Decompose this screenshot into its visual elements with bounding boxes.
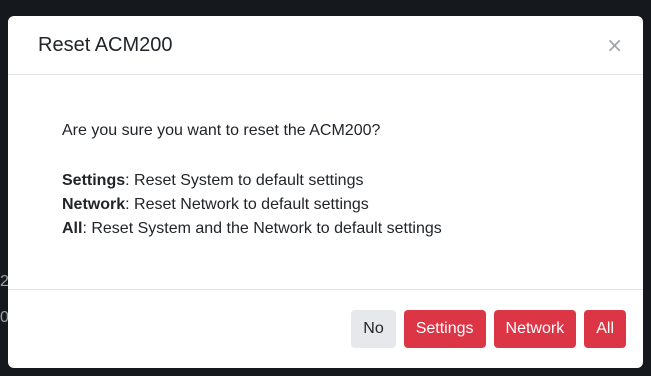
dialog-title: Reset ACM200: [38, 33, 173, 56]
reset-all-button[interactable]: All: [584, 310, 626, 348]
dialog-header: Reset ACM200 ×: [8, 16, 643, 75]
reset-settings-button[interactable]: Settings: [403, 310, 486, 348]
background-text-fragment: 2: [0, 273, 8, 290]
reset-network-button[interactable]: Network: [493, 310, 577, 348]
reset-dialog: Reset ACM200 × Are you sure you want to …: [8, 16, 643, 368]
option-term: All: [62, 220, 83, 237]
no-button[interactable]: No: [351, 310, 396, 348]
close-icon[interactable]: ×: [606, 35, 623, 55]
option-text: : Reset Network to default settings: [125, 196, 369, 213]
option-term: Settings: [62, 172, 126, 189]
option-description-all: All: Reset System and the Network to def…: [62, 217, 613, 241]
option-description-network: Network: Reset Network to default settin…: [62, 193, 613, 217]
confirmation-question: Are you sure you want to reset the ACM20…: [62, 122, 381, 139]
dialog-body: Are you sure you want to reset the ACM20…: [8, 75, 643, 290]
option-term: Network: [62, 196, 126, 213]
background-text-fragment: 0: [0, 309, 8, 326]
option-text: : Reset System to default settings: [125, 172, 364, 189]
option-text: : Reset System and the Network to defaul…: [82, 220, 442, 237]
option-description-settings: Settings: Reset System to default settin…: [62, 169, 613, 193]
dialog-footer: No Settings Network All: [8, 290, 643, 368]
